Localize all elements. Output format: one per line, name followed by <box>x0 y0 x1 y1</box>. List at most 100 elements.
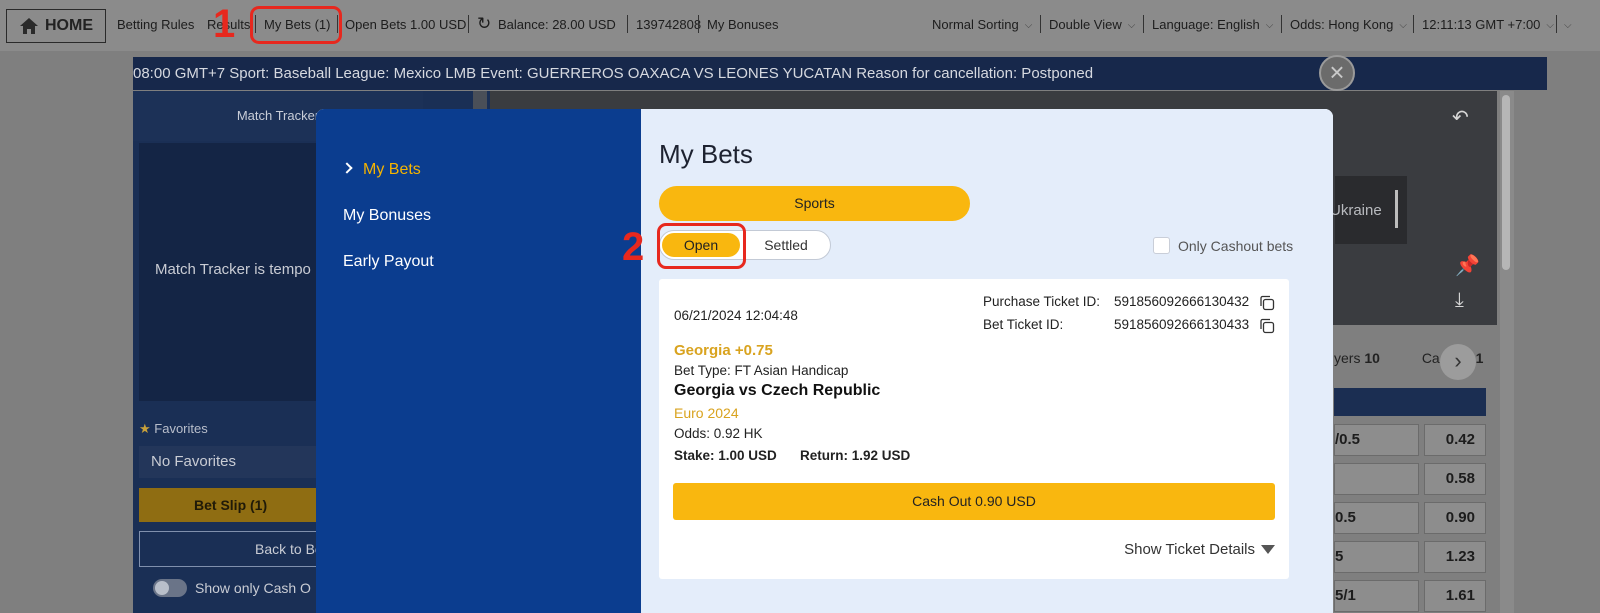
ticket-datetime: 06/21/2024 12:04:48 <box>674 308 798 323</box>
video-divider <box>1395 190 1398 228</box>
odds-handicap <box>1334 463 1419 495</box>
top-bar: HOME Betting Rules Results My Bets (1) O… <box>0 0 1600 51</box>
odds-value[interactable]: 1.61 <box>1424 580 1486 612</box>
odds-row[interactable]: 0.58 <box>1334 463 1486 495</box>
annotation-step-2: 2 <box>622 225 645 269</box>
scrollbar-thumb[interactable] <box>1502 95 1510 270</box>
league-name: Euro 2024 <box>674 405 739 421</box>
copy-icon[interactable] <box>1259 295 1275 311</box>
odds-value[interactable]: 0.42 <box>1424 424 1486 456</box>
nav-item-my-bets[interactable]: My Bets <box>341 161 421 179</box>
only-cashout-label: Only Cashout bets <box>1178 237 1294 254</box>
home-button[interactable]: HOME <box>6 9 106 43</box>
favorites-label: ★ Favorites <box>139 421 208 437</box>
nav-item-my-bonuses[interactable]: My Bonuses <box>343 207 431 225</box>
show-ticket-details-label: Show Ticket Details <box>1124 541 1255 558</box>
show-cash-only-label: Show only Cash O <box>195 580 311 596</box>
odds-text: Odds: 0.92 HK <box>674 426 763 441</box>
annotation-box-open-tab <box>657 223 746 269</box>
odds-header <box>1334 388 1486 416</box>
nav-my-bets-label: My Bets <box>363 161 421 178</box>
view-label: Double View <box>1049 17 1122 32</box>
separator <box>1281 15 1282 33</box>
page-title: My Bets <box>659 139 753 169</box>
separator <box>1556 15 1557 33</box>
odds-value[interactable]: 1.23 <box>1424 541 1486 573</box>
annotation-box-my-bets <box>250 6 342 44</box>
betting-rules-link[interactable]: Betting Rules <box>117 17 194 32</box>
stake-text: Stake: 1.00 USD <box>674 448 777 463</box>
odds-value[interactable]: 0.58 <box>1424 463 1486 495</box>
copy-icon[interactable] <box>1259 318 1275 334</box>
pin-icon[interactable]: 📌 <box>1455 253 1480 278</box>
purchase-ticket-label: Purchase Ticket ID: <box>983 294 1101 309</box>
sorting-select[interactable]: Normal Sorting ⌵ <box>932 17 1032 32</box>
sports-button[interactable]: Sports <box>659 186 970 221</box>
bet-type: Bet Type: FT Asian Handicap <box>674 363 849 378</box>
favorites-text: Favorites <box>154 421 208 436</box>
chevron-down-icon: ⌵ <box>1546 20 1554 31</box>
star-icon: ★ <box>139 421 151 436</box>
my-bonuses-link[interactable]: My Bonuses <box>707 17 779 32</box>
my-bets-modal: My Bets My Bonuses Early Payout My Bets … <box>316 109 1333 613</box>
checkbox[interactable] <box>1153 237 1170 254</box>
players-count: 10 <box>1364 350 1380 366</box>
cash-out-button[interactable]: Cash Out 0.90 USD <box>673 483 1275 520</box>
chevron-down-icon: ⌵ <box>1127 20 1136 31</box>
chevron-right-icon <box>341 162 353 174</box>
language-select[interactable]: Language: English ⌵ <box>1152 17 1273 32</box>
odds-handicap: 0.5 <box>1334 502 1419 534</box>
chevron-down-icon: ⌵ <box>1265 20 1274 31</box>
odds-row[interactable]: /0.5 0.42 <box>1334 424 1486 456</box>
sorting-label: Normal Sorting <box>932 17 1019 32</box>
odds-handicap: /0.5 <box>1334 424 1419 456</box>
separator <box>468 15 469 33</box>
bet-ticket-id: 591856092666130433 <box>1114 317 1250 332</box>
open-bets-link[interactable]: Open Bets 1.00 USD <box>345 17 466 32</box>
odds-row[interactable]: 5 1.23 <box>1334 541 1486 573</box>
chevron-down-icon: ⌵ <box>1399 20 1407 31</box>
separator <box>1413 15 1414 33</box>
bet-ticket-card: 06/21/2024 12:04:48 Purchase Ticket ID: … <box>659 279 1289 579</box>
separator <box>627 15 628 33</box>
show-cash-only-toggle[interactable]: Show only Cash O <box>153 579 311 597</box>
home-label: HOME <box>45 17 93 34</box>
odds-row[interactable]: 0.5 0.90 <box>1334 502 1486 534</box>
ca-count: 1 <box>1475 350 1484 366</box>
clock-select[interactable]: 12:11:13 GMT +7:00 ⌵ <box>1422 17 1554 32</box>
bet-selection: Georgia +0.75 <box>674 342 773 359</box>
modal-sidebar: My Bets My Bonuses Early Payout <box>316 109 641 613</box>
undo-icon[interactable]: ↶ <box>1452 105 1469 130</box>
view-select[interactable]: Double View ⌵ <box>1049 17 1135 32</box>
account-id: 139742808 <box>636 17 702 32</box>
annotation-step-1: 1 <box>213 2 236 46</box>
odds-format-select[interactable]: Odds: Hong Kong ⌵ <box>1290 17 1407 32</box>
odds-handicap: 5 <box>1334 541 1419 573</box>
chevron-down-icon: ⌵ <box>1024 20 1033 31</box>
caret-down-icon <box>1261 545 1275 554</box>
purchase-ticket-id: 591856092666130432 <box>1114 294 1250 309</box>
modal-content: My Bets Sports Open Settled Only Cashout… <box>641 109 1333 613</box>
clock-label: 12:11:13 GMT +7:00 <box>1422 17 1541 32</box>
toggle-switch[interactable] <box>153 579 187 597</box>
odds-row[interactable]: 5/1 1.61 <box>1334 580 1486 612</box>
separator <box>1143 15 1144 33</box>
balance-text: Balance: 28.00 USD <box>498 17 616 32</box>
close-icon[interactable]: × <box>1319 55 1355 91</box>
only-cashout-checkbox[interactable]: Only Cashout bets <box>1153 237 1293 254</box>
nav-item-early-payout[interactable]: Early Payout <box>343 253 434 271</box>
more-chevron-icon[interactable]: ⌵ <box>1564 17 1572 32</box>
show-ticket-details-link[interactable]: Show Ticket Details <box>1124 541 1275 558</box>
home-icon <box>20 18 38 34</box>
match-name: Georgia vs Czech Republic <box>674 382 881 399</box>
tab-settled[interactable]: Settled <box>746 233 826 257</box>
players-label: yers <box>1334 350 1361 366</box>
odds-value[interactable]: 0.90 <box>1424 502 1486 534</box>
download-icon[interactable]: ⤓ <box>1455 289 1464 312</box>
bet-ticket-label: Bet Ticket ID: <box>983 317 1064 332</box>
refresh-icon[interactable]: ↻ <box>477 14 491 34</box>
next-arrow-icon[interactable]: › <box>1440 344 1476 380</box>
return-text: Return: 1.92 USD <box>800 448 911 463</box>
odds-format-label: Odds: Hong Kong <box>1290 17 1394 32</box>
separator <box>1040 15 1041 33</box>
